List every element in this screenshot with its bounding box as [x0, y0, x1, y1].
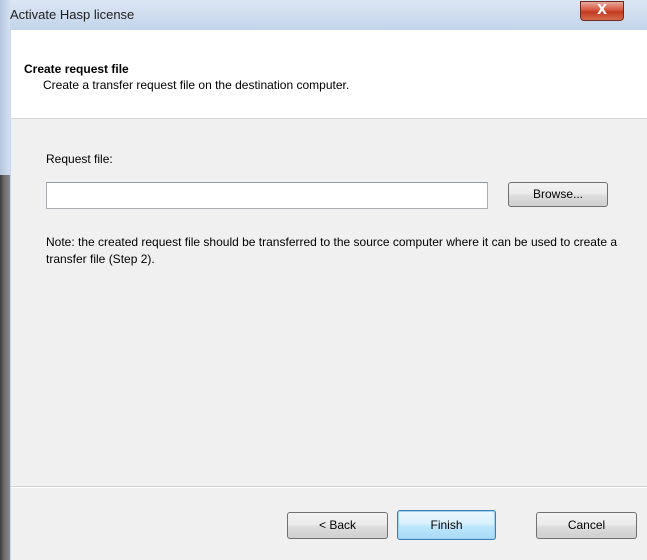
transfer-note: Note: the created request file should be… — [46, 235, 617, 266]
close-icon: X — [596, 3, 608, 18]
title-bar[interactable]: Activate Hasp license X — [0, 0, 647, 30]
page-subtitle: Create a transfer request file on the de… — [43, 78, 350, 92]
request-file-input[interactable] — [46, 182, 488, 209]
dialog-window: Activate Hasp license X Create request f… — [0, 0, 647, 560]
cancel-button[interactable]: Cancel — [536, 512, 637, 539]
dialog-client-area: Create request file Create a transfer re… — [11, 30, 647, 560]
browse-button[interactable]: Browse... — [508, 182, 608, 207]
back-button[interactable]: < Back — [287, 512, 388, 539]
close-button[interactable]: X — [580, 1, 624, 21]
footer-separator — [11, 486, 647, 488]
background-window-edge — [0, 175, 10, 560]
finish-button[interactable]: Finish — [397, 510, 496, 540]
wizard-header: Create request file Create a transfer re… — [11, 30, 647, 119]
request-file-label: Request file: — [46, 152, 113, 166]
page-title: Create request file — [24, 62, 129, 76]
window-title: Activate Hasp license — [10, 7, 135, 22]
